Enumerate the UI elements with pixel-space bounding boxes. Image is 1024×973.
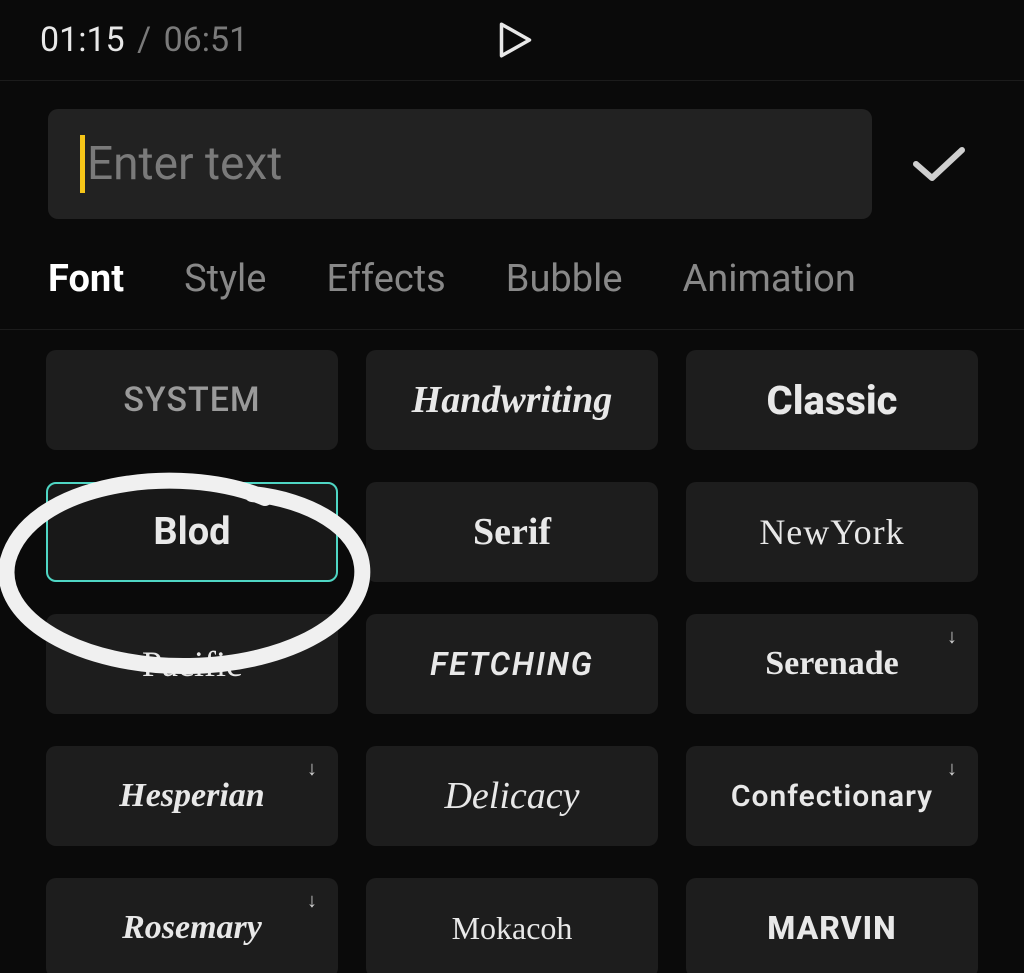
tab-bubble[interactable]: Bubble [506,257,623,301]
text-input[interactable]: Enter text [48,109,872,219]
text-placeholder: Enter text [87,137,282,191]
font-label: Classic [766,377,897,424]
play-icon [491,19,533,61]
time-total: 06:51 [164,20,249,60]
font-label: NewYork [759,511,904,553]
tab-animation[interactable]: Animation [682,257,855,301]
font-label: Pacific [142,643,242,685]
tab-bar: Font Style Effects Bubble Animation [0,239,1024,329]
font-option-delicacy[interactable]: Delicacy [366,746,658,846]
download-icon: ↓ [940,624,964,648]
text-cursor [80,135,85,193]
text-input-row: Enter text [0,81,1024,239]
download-icon: ↓ [300,756,324,780]
font-option-system[interactable]: SYSTEM [46,350,338,450]
check-icon [912,144,966,184]
font-option-pacific[interactable]: Pacific [46,614,338,714]
font-option-serif[interactable]: Serif [366,482,658,582]
play-button[interactable] [491,19,533,61]
font-label: Serenade [765,645,898,683]
font-option-mokacoh[interactable]: Mokacoh [366,878,658,973]
font-option-rosemary[interactable]: Rosemary ↓ [46,878,338,973]
font-option-confectionary[interactable]: Confectionary ↓ [686,746,978,846]
download-icon: ↓ [300,888,324,912]
font-label: FETCHING [430,645,594,683]
font-option-classic[interactable]: Classic [686,350,978,450]
font-label: Mokacoh [452,910,573,947]
font-option-fetching[interactable]: FETCHING [366,614,658,714]
font-label: Hesperian [119,777,264,815]
time-display: 01:15 / 06:51 [40,20,248,60]
font-option-serenade[interactable]: Serenade ↓ [686,614,978,714]
confirm-button[interactable] [902,134,976,194]
font-option-marvin[interactable]: MARVIN [686,878,978,973]
font-label: MARVIN [767,909,896,947]
time-current: 01:15 [40,20,125,60]
font-grid: SYSTEM Handwriting Classic Blod Serif NewYork… [0,330,1024,973]
font-option-blod[interactable]: Blod [46,482,338,582]
font-label: Blod [153,510,230,554]
font-label: Rosemary [122,909,262,947]
playback-bar: 01:15 / 06:51 [0,0,1024,80]
font-label: Serif [473,510,551,554]
font-option-handwriting[interactable]: Handwriting [366,350,658,450]
font-label: Confectionary [731,779,933,814]
font-label: Delicacy [444,774,579,818]
font-label: SYSTEM [123,380,260,420]
font-option-newyork[interactable]: NewYork [686,482,978,582]
tab-effects[interactable]: Effects [326,257,445,301]
font-option-hesperian[interactable]: Hesperian ↓ [46,746,338,846]
download-icon: ↓ [940,756,964,780]
time-separator: / [129,20,160,60]
tab-font[interactable]: Font [48,257,124,301]
font-label: Handwriting [412,378,613,422]
tab-style[interactable]: Style [184,257,266,301]
